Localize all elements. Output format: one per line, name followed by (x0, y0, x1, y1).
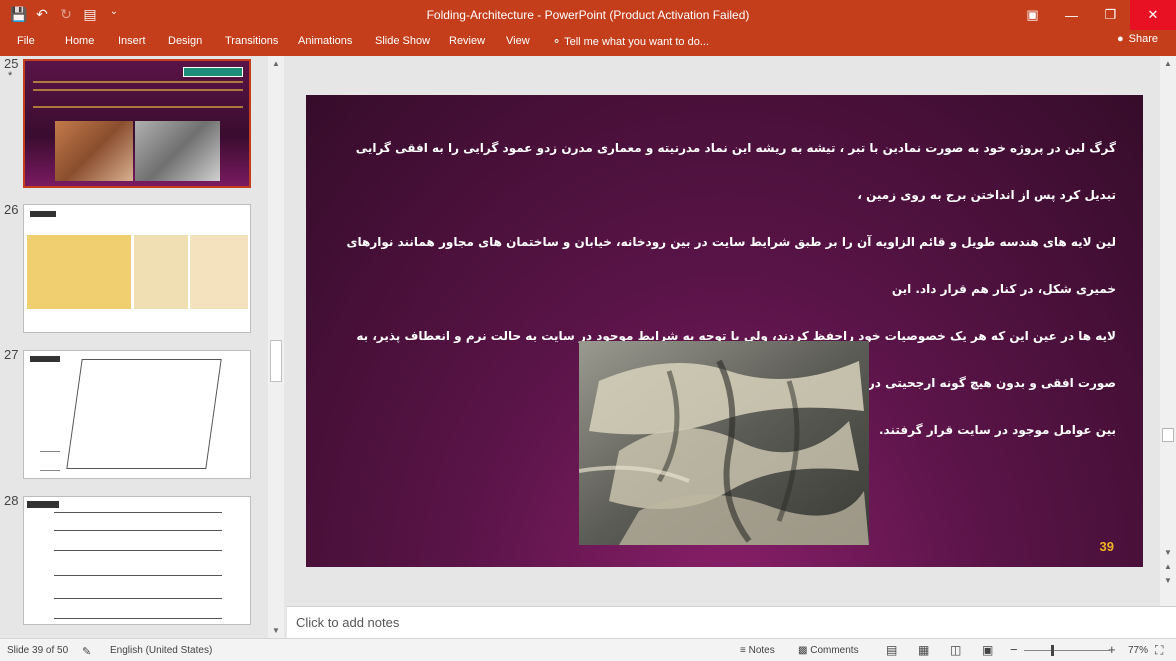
slide-page-number: 39 (1099, 539, 1114, 554)
tab-home[interactable]: Home (65, 35, 94, 47)
tab-insert[interactable]: Insert (118, 35, 146, 47)
thumbnail-photo (135, 121, 220, 181)
slide-thumbnail-25[interactable] (23, 59, 251, 188)
thumbnail-elevation-line (54, 547, 222, 551)
slide-thumbnail-28[interactable] (23, 496, 251, 625)
window-title: Folding-Architecture - PowerPoint (Produ… (426, 8, 750, 22)
thumbnail-text-line (33, 89, 243, 91)
thumbnail-photo (55, 121, 133, 181)
language-indicator[interactable]: English (United States) (110, 645, 212, 656)
minimize-icon[interactable]: — (1052, 0, 1091, 30)
zoom-slider-knob[interactable] (1051, 645, 1054, 656)
previous-slide-icon[interactable]: ▲ (1160, 562, 1176, 571)
status-bar: Slide 39 of 50 ✎ English (United States)… (0, 638, 1176, 661)
scroll-up-icon[interactable]: ▲ (268, 59, 284, 68)
thumbnail-elevation-line (54, 572, 222, 576)
slide-thumbnails-pane: 25 * 26 27 28 ▲ ▼ (0, 56, 284, 638)
next-slide-icon[interactable]: ▼ (1160, 576, 1176, 585)
share-button[interactable]: ● Share (1117, 33, 1158, 45)
slide-number-25: 25 (4, 56, 19, 71)
slide-sorter-icon[interactable]: ▦ (918, 643, 929, 657)
scroll-down-icon[interactable]: ▼ (1160, 548, 1176, 557)
normal-view-icon[interactable]: ▤ (886, 643, 897, 657)
thumbnail-elevation-line (54, 615, 222, 619)
thumbnail-sketch (190, 235, 248, 309)
slide-editor: گرگ لین در پروژه خود به صورت نمادین با ت… (287, 56, 1160, 606)
maximize-icon[interactable]: ❐ (1091, 0, 1130, 30)
tab-review[interactable]: Review (449, 35, 485, 47)
lightbulb-icon: ⚬ (552, 36, 562, 48)
tab-transitions[interactable]: Transitions (225, 35, 278, 47)
tell-me-search[interactable]: ⚬ Tell me what you want to do... (552, 35, 709, 48)
current-slide[interactable]: گرگ لین در پروژه خود به صورت نمادین با ت… (306, 95, 1143, 567)
zoom-level[interactable]: 77% (1128, 645, 1148, 656)
thumbnail-text-line (33, 81, 243, 83)
tell-me-label: Tell me what you want to do... (564, 36, 709, 48)
thumbnail-plan-drawing (66, 359, 222, 469)
tab-design[interactable]: Design (168, 35, 202, 47)
zoom-out-icon[interactable]: − (1010, 642, 1018, 657)
thumbnail-title-box (27, 501, 59, 508)
slide-counter: Slide 39 of 50 (7, 645, 69, 656)
tab-animations[interactable]: Animations (298, 35, 352, 47)
tab-slide-show[interactable]: Slide Show (375, 35, 430, 47)
zoom-in-icon[interactable]: + (1108, 642, 1116, 657)
thumbnail-elevation-line (54, 527, 222, 531)
slide-number-27: 27 (4, 347, 19, 362)
ribbon-tabs: File Home Insert Design Transitions Anim… (0, 30, 1176, 56)
comments-button-label: Comments (810, 645, 859, 656)
close-icon[interactable]: ✕ (1130, 0, 1176, 30)
share-label: Share (1128, 33, 1158, 45)
thumbnail-legend (40, 451, 60, 471)
scroll-thumb[interactable] (1162, 428, 1174, 442)
spell-check-icon[interactable]: ✎ (82, 645, 91, 658)
fit-to-window-icon[interactable]: ⛶ (1155, 643, 1163, 658)
animation-star-icon: * (8, 70, 13, 82)
thumbnail-sketch (27, 235, 131, 309)
thumbnail-title-box (30, 211, 56, 217)
thumbnail-sketch (134, 235, 188, 309)
ribbon-display-options-icon[interactable]: ▣ (1013, 0, 1052, 30)
notes-button-label: Notes (748, 645, 775, 656)
comments-button[interactable]: ▩ Comments (798, 645, 859, 656)
editor-scrollbar[interactable]: ▲ ▼ ▲ ▼ (1160, 56, 1176, 606)
thumbnail-elevation-line (54, 509, 222, 513)
slide-thumbnail-27[interactable] (23, 350, 251, 479)
scroll-thumb[interactable] (270, 340, 282, 382)
slide-paragraph: لین لایه های هندسه طویل و قائم الزاویه آ… (346, 235, 1116, 296)
person-icon: ● (1116, 33, 1124, 45)
scroll-down-icon[interactable]: ▼ (268, 626, 284, 635)
thumbnail-scrollbar[interactable]: ▲ ▼ (268, 56, 284, 638)
tab-file[interactable]: File (17, 35, 35, 47)
thumbnail-elevation-line (54, 595, 222, 599)
slide-paragraph: گرگ لین در پروژه خود به صورت نمادین با ت… (355, 141, 1116, 202)
model-photo[interactable] (579, 341, 869, 545)
zoom-slider[interactable] (1024, 645, 1110, 656)
thumbnail-text-line (33, 106, 243, 108)
folded-model-image (579, 341, 869, 545)
thumbnail-title-box (183, 67, 243, 77)
slide-thumbnail-26[interactable] (23, 204, 251, 333)
slideshow-icon[interactable]: ▣ (982, 643, 993, 657)
notes-pane[interactable]: Click to add notes (287, 606, 1176, 638)
notes-placeholder: Click to add notes (296, 615, 400, 630)
slide-number-28: 28 (4, 493, 19, 508)
scroll-up-icon[interactable]: ▲ (1160, 59, 1176, 68)
slide-number-26: 26 (4, 202, 19, 217)
comment-icon: ▩ (798, 645, 808, 656)
title-bar: 💾 ↶ ↻ ▤ ⌄ Folding-Architecture - PowerPo… (0, 0, 1176, 30)
tab-view[interactable]: View (506, 35, 530, 47)
thumbnail-title-box (30, 356, 60, 362)
notes-icon: ≡ (740, 645, 746, 656)
notes-button[interactable]: ≡ Notes (740, 645, 775, 656)
reading-view-icon[interactable]: ◫ (950, 643, 961, 657)
